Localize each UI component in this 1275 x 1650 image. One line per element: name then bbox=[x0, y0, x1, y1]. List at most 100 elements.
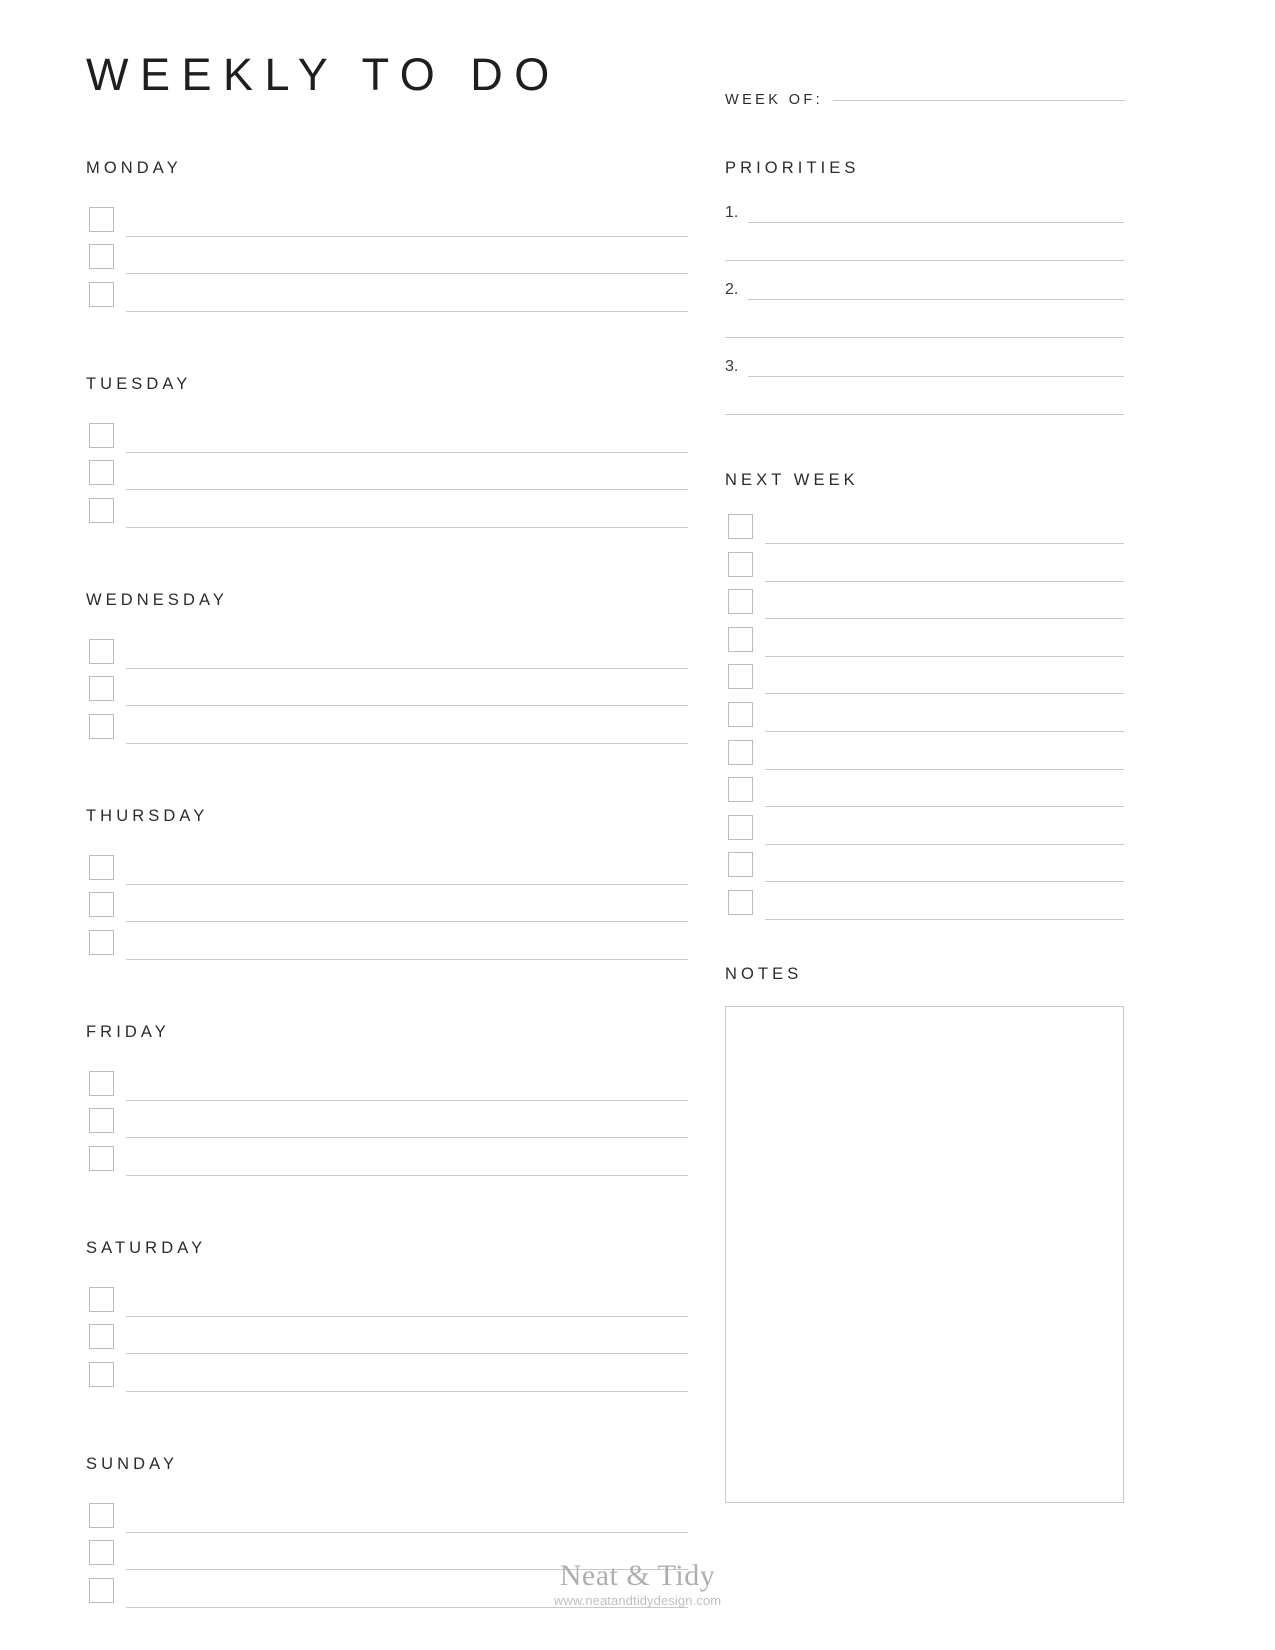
next-week-checkbox[interactable] bbox=[728, 701, 753, 727]
next-week-checkbox[interactable] bbox=[728, 777, 753, 803]
task-write-line[interactable] bbox=[126, 489, 688, 490]
task-checkbox[interactable] bbox=[89, 929, 114, 955]
task-write-line[interactable] bbox=[126, 921, 688, 922]
task-write-line[interactable] bbox=[126, 742, 688, 744]
task-checkbox[interactable] bbox=[89, 1502, 114, 1528]
task-write-line[interactable] bbox=[126, 1531, 688, 1533]
week-of-field[interactable]: WEEK OF: bbox=[725, 92, 1125, 108]
day-heading-thursday: THURSDAY bbox=[86, 807, 209, 825]
task-checkbox[interactable] bbox=[89, 1324, 114, 1349]
priority-row bbox=[725, 320, 1124, 359]
priorities-list: 1. 2. 3. bbox=[725, 204, 1124, 436]
task-checkbox[interactable] bbox=[89, 244, 114, 269]
next-week-row bbox=[725, 664, 1124, 702]
next-week-write-line[interactable] bbox=[765, 918, 1124, 920]
next-week-checkbox[interactable] bbox=[728, 739, 753, 765]
next-week-write-line[interactable] bbox=[765, 655, 1124, 657]
next-week-checkbox[interactable] bbox=[728, 626, 753, 652]
next-week-heading: NEXT WEEK bbox=[725, 470, 859, 489]
task-row bbox=[86, 1361, 688, 1400]
task-checkbox[interactable] bbox=[89, 676, 114, 701]
day-block: WEDNESDAY bbox=[86, 592, 688, 751]
task-checkbox[interactable] bbox=[89, 713, 114, 739]
task-checkbox[interactable] bbox=[89, 460, 114, 485]
task-write-line[interactable] bbox=[126, 526, 688, 528]
task-write-line[interactable] bbox=[126, 1353, 688, 1354]
next-week-write-line[interactable] bbox=[765, 730, 1124, 732]
week-of-label: WEEK OF: bbox=[725, 92, 824, 108]
priority-number: 2. bbox=[725, 280, 739, 298]
page-header: WEEKLY TO DO WEEK OF: bbox=[86, 52, 1126, 122]
day-block: TUESDAY bbox=[86, 376, 688, 535]
task-checkbox[interactable] bbox=[89, 1070, 114, 1096]
priority-row bbox=[725, 397, 1124, 436]
priority-row: 2. bbox=[725, 280, 1124, 321]
next-week-row bbox=[725, 889, 1124, 928]
task-checkbox[interactable] bbox=[89, 206, 114, 232]
next-week-checkbox[interactable] bbox=[728, 551, 753, 577]
next-week-write-line[interactable] bbox=[765, 768, 1124, 770]
task-checkbox[interactable] bbox=[89, 854, 114, 880]
next-week-row bbox=[725, 589, 1124, 627]
next-week-checkbox[interactable] bbox=[728, 889, 753, 915]
next-week-checkbox[interactable] bbox=[728, 852, 753, 878]
task-checkbox[interactable] bbox=[89, 422, 114, 448]
task-write-line[interactable] bbox=[126, 705, 688, 706]
task-write-line[interactable] bbox=[126, 883, 688, 885]
task-checkbox[interactable] bbox=[89, 892, 114, 917]
task-checkbox[interactable] bbox=[89, 1361, 114, 1387]
task-write-line[interactable] bbox=[126, 273, 688, 274]
next-week-write-line[interactable] bbox=[765, 693, 1124, 695]
task-checkbox[interactable] bbox=[89, 638, 114, 664]
task-write-line[interactable] bbox=[126, 1174, 688, 1176]
right-column: PRIORITIES 1. 2. 3. NEXT WEEK NOTES bbox=[725, 160, 1124, 1504]
task-checkbox[interactable] bbox=[89, 497, 114, 523]
task-write-line[interactable] bbox=[126, 1315, 688, 1317]
task-write-line[interactable] bbox=[126, 235, 688, 237]
task-write-line[interactable] bbox=[126, 1390, 688, 1392]
next-week-row bbox=[725, 514, 1124, 552]
task-row bbox=[86, 892, 688, 930]
next-week-write-line[interactable] bbox=[765, 580, 1124, 582]
task-row bbox=[86, 1502, 688, 1541]
task-write-line[interactable] bbox=[126, 310, 688, 312]
next-week-checkbox[interactable] bbox=[728, 814, 753, 840]
task-row bbox=[86, 460, 688, 498]
task-row bbox=[86, 422, 688, 461]
task-row bbox=[86, 281, 688, 320]
task-checkbox[interactable] bbox=[89, 1108, 114, 1133]
week-of-write-line[interactable] bbox=[833, 100, 1125, 101]
priority-write-line[interactable] bbox=[725, 337, 1124, 338]
priority-write-line[interactable] bbox=[748, 298, 1124, 300]
task-write-line[interactable] bbox=[126, 667, 688, 669]
task-checkbox[interactable] bbox=[89, 281, 114, 307]
task-write-line[interactable] bbox=[126, 1137, 688, 1138]
task-row bbox=[86, 676, 688, 714]
priority-write-line[interactable] bbox=[725, 260, 1124, 261]
task-row bbox=[86, 1070, 688, 1109]
task-write-line[interactable] bbox=[126, 451, 688, 453]
day-heading-sunday: SUNDAY bbox=[86, 1455, 179, 1473]
day-block: FRIDAY bbox=[86, 1024, 688, 1183]
priority-write-line[interactable] bbox=[725, 414, 1124, 415]
next-week-write-line[interactable] bbox=[765, 543, 1124, 544]
next-week-write-line[interactable] bbox=[765, 881, 1124, 883]
priority-row: 3. bbox=[725, 358, 1124, 398]
priority-write-line[interactable] bbox=[748, 221, 1124, 223]
next-week-checkbox[interactable] bbox=[728, 514, 753, 539]
next-week-write-line[interactable] bbox=[765, 618, 1124, 620]
task-write-line[interactable] bbox=[126, 958, 688, 960]
brand-url: www.neatandtidydesign.com bbox=[553, 1592, 722, 1608]
priority-row bbox=[725, 243, 1124, 282]
priority-write-line[interactable] bbox=[748, 375, 1124, 377]
next-week-write-line[interactable] bbox=[765, 806, 1124, 808]
next-week-checkbox[interactable] bbox=[728, 664, 753, 690]
task-write-line[interactable] bbox=[126, 1099, 688, 1101]
task-checkbox[interactable] bbox=[89, 1145, 114, 1171]
next-week-write-line[interactable] bbox=[765, 843, 1124, 845]
next-week-checkbox[interactable] bbox=[728, 589, 753, 615]
task-row bbox=[86, 929, 688, 968]
task-row bbox=[86, 1145, 688, 1184]
task-checkbox[interactable] bbox=[89, 1286, 114, 1312]
notes-box[interactable] bbox=[725, 1006, 1124, 1504]
